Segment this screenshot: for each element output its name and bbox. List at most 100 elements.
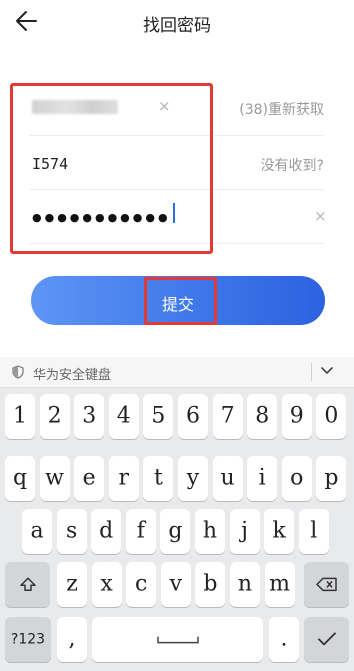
shield-icon bbox=[12, 365, 24, 379]
key-e-label: e bbox=[82, 465, 96, 490]
key-6-label: 6 bbox=[186, 403, 200, 428]
space-key[interactable] bbox=[92, 617, 263, 662]
key-a-label: a bbox=[30, 518, 44, 543]
key-n-label: n bbox=[237, 571, 253, 596]
period-key-label: . bbox=[280, 626, 288, 651]
key-h-label: h bbox=[202, 518, 218, 543]
key-x[interactable]: x bbox=[91, 562, 122, 607]
key-b-label: b bbox=[203, 571, 218, 596]
key-2-label: 2 bbox=[47, 403, 62, 428]
comma-key[interactable]: , bbox=[57, 617, 87, 662]
key-z[interactable]: z bbox=[57, 562, 87, 607]
key-o-label: o bbox=[290, 465, 304, 490]
key-a[interactable]: a bbox=[22, 509, 52, 554]
key-y[interactable]: y bbox=[178, 456, 208, 501]
key-f-label: f bbox=[136, 518, 145, 543]
comma-key-label: , bbox=[68, 626, 76, 651]
key-v[interactable]: v bbox=[160, 562, 191, 607]
key-u-label: u bbox=[220, 465, 235, 490]
space-icon bbox=[156, 636, 199, 643]
chevron-down-icon[interactable] bbox=[320, 366, 334, 376]
key-6[interactable]: 6 bbox=[178, 394, 208, 439]
key-i-label: i bbox=[258, 465, 266, 490]
checkmark-icon bbox=[317, 631, 336, 645]
key-0[interactable]: 0 bbox=[316, 394, 347, 439]
key-d-label: d bbox=[99, 518, 114, 543]
key-y-label: y bbox=[186, 465, 200, 490]
key-q-label: q bbox=[12, 465, 28, 490]
key-r[interactable]: r bbox=[108, 456, 139, 501]
key-c-label: c bbox=[135, 571, 148, 596]
space-key-label bbox=[92, 634, 263, 644]
key-g-label: g bbox=[168, 518, 183, 543]
page-title: 找回密码 bbox=[143, 16, 211, 36]
key-s[interactable]: s bbox=[56, 509, 87, 554]
key-f[interactable]: f bbox=[125, 509, 156, 554]
key-q[interactable]: q bbox=[5, 456, 35, 501]
backspace-key-label bbox=[304, 576, 349, 592]
secure-keyboard: 华为安全键盘 1234567890 qwertyuiop asdfghjkl zxcv… bbox=[0, 357, 354, 671]
key-v-label: v bbox=[169, 571, 183, 596]
clear-icon[interactable]: × bbox=[314, 207, 327, 225]
key-k[interactable]: k bbox=[264, 509, 295, 554]
key-1[interactable]: 1 bbox=[5, 394, 35, 439]
key-h[interactable]: h bbox=[195, 509, 225, 554]
key-m[interactable]: m bbox=[264, 562, 295, 607]
key-g[interactable]: g bbox=[160, 509, 191, 554]
key-3[interactable]: 3 bbox=[74, 394, 105, 439]
symbols-key[interactable]: ?123 bbox=[5, 617, 51, 662]
key-j[interactable]: j bbox=[229, 509, 260, 554]
key-n[interactable]: n bbox=[230, 562, 260, 607]
key-o[interactable]: o bbox=[281, 456, 312, 501]
key-9-label: 9 bbox=[289, 403, 304, 428]
key-c[interactable]: c bbox=[126, 562, 157, 607]
key-t-label: t bbox=[153, 465, 163, 490]
key-8-label: 8 bbox=[255, 403, 270, 428]
key-j-label: j bbox=[241, 518, 248, 543]
shift-key[interactable] bbox=[5, 562, 50, 607]
key-7[interactable]: 7 bbox=[212, 394, 243, 439]
keyboard-toolbar: 华为安全键盘 bbox=[0, 357, 354, 388]
key-s-label: s bbox=[65, 518, 78, 543]
done-key[interactable] bbox=[304, 617, 349, 662]
period-key[interactable]: . bbox=[269, 617, 299, 662]
key-w-label: w bbox=[45, 465, 65, 490]
shift-key-label bbox=[5, 575, 50, 593]
backspace-icon bbox=[315, 577, 337, 591]
key-3-label: 3 bbox=[82, 403, 97, 428]
done-key-label bbox=[304, 631, 349, 647]
key-p[interactable]: p bbox=[316, 456, 347, 501]
key-l[interactable]: l bbox=[298, 509, 329, 554]
header: 找回密码 bbox=[0, 0, 354, 44]
key-r-label: r bbox=[118, 465, 130, 490]
backspace-key[interactable] bbox=[304, 562, 349, 607]
key-z-label: z bbox=[66, 571, 78, 596]
key-4-label: 4 bbox=[116, 403, 131, 428]
key-5-label: 5 bbox=[151, 403, 166, 428]
key-t[interactable]: t bbox=[143, 456, 174, 501]
symbols-key-label: ?123 bbox=[10, 630, 46, 647]
key-p-label: p bbox=[324, 465, 339, 490]
highlight-box-submit bbox=[144, 277, 217, 325]
key-m-label: m bbox=[269, 571, 291, 596]
key-w[interactable]: w bbox=[39, 456, 70, 501]
key-b[interactable]: b bbox=[195, 562, 226, 607]
highlight-box-fields bbox=[10, 83, 213, 254]
key-u[interactable]: u bbox=[212, 456, 243, 501]
key-8[interactable]: 8 bbox=[247, 394, 278, 439]
resend-code-button[interactable]: (38)重新获取 bbox=[239, 99, 324, 119]
key-x-label: x bbox=[100, 571, 113, 596]
key-i[interactable]: i bbox=[247, 456, 278, 501]
divider bbox=[311, 363, 312, 381]
key-5[interactable]: 5 bbox=[143, 394, 174, 439]
key-4[interactable]: 4 bbox=[108, 394, 139, 439]
key-7-label: 7 bbox=[220, 403, 235, 428]
key-9[interactable]: 9 bbox=[281, 394, 312, 439]
key-2[interactable]: 2 bbox=[39, 394, 70, 439]
key-d[interactable]: d bbox=[91, 509, 122, 554]
key-0-label: 0 bbox=[324, 403, 339, 428]
not-received-link[interactable]: 没有收到? bbox=[261, 155, 324, 175]
shift-icon bbox=[19, 577, 36, 591]
keyboard-name: 华为安全键盘 bbox=[33, 368, 112, 383]
key-e[interactable]: e bbox=[74, 456, 105, 501]
